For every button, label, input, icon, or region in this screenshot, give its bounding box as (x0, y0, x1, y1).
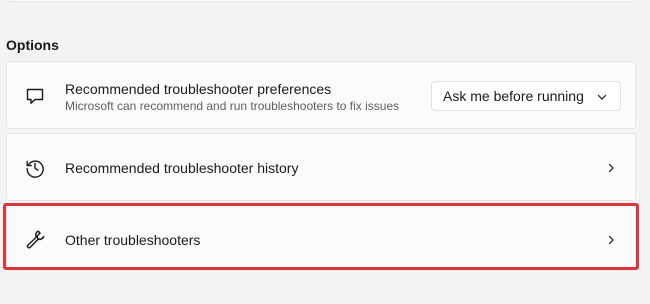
wrench-icon (24, 228, 46, 250)
troubleshooter-preferences-card: Recommended troubleshooter preferences M… (6, 61, 636, 129)
preferences-subtitle: Microsoft can recommend and run troubles… (65, 99, 400, 113)
other-troubleshooters-title: Other troubleshooters (65, 232, 201, 248)
other-troubleshooters-card[interactable]: Other troubleshooters (6, 205, 636, 271)
history-icon (24, 157, 46, 179)
troubleshooter-history-card[interactable]: Recommended troubleshooter history (6, 133, 636, 201)
preferences-title: Recommended troubleshooter preferences (65, 81, 332, 97)
chevron-down-icon (596, 91, 608, 103)
section-title: Options (6, 37, 59, 53)
chevron-right-icon (605, 234, 617, 246)
troubleshooter-preference-dropdown[interactable]: Ask me before running (431, 81, 621, 111)
chevron-right-icon (605, 162, 617, 174)
history-title: Recommended troubleshooter history (65, 160, 299, 176)
dropdown-value: Ask me before running (443, 88, 584, 104)
previous-card-edge (6, 0, 636, 2)
chat-bubble-icon (24, 85, 46, 107)
